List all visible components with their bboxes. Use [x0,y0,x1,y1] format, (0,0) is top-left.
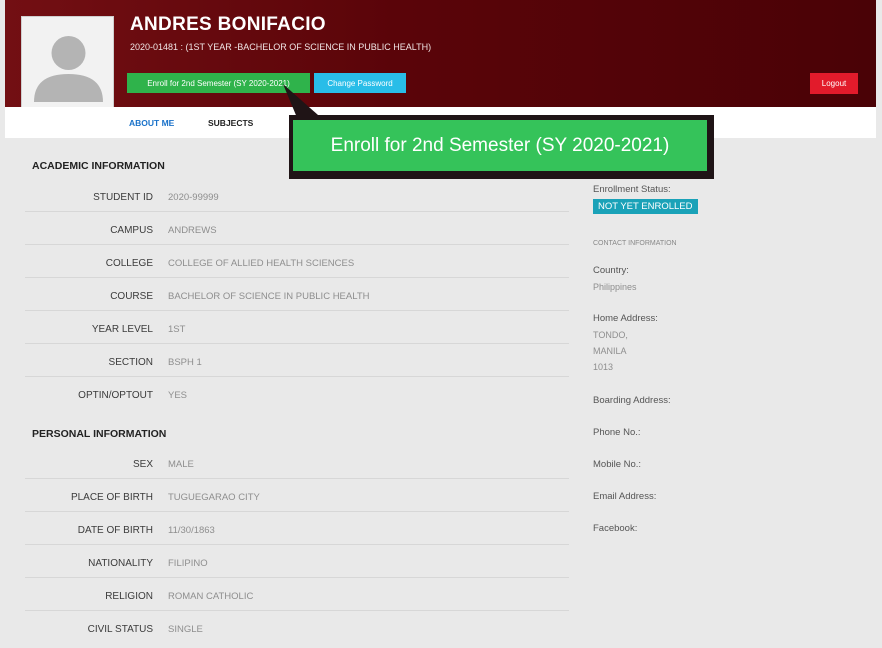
row-value: BACHELOR OF SCIENCE IN PUBLIC HEALTH [168,291,370,302]
row-label: NATIONALITY [88,558,153,569]
row-label: STUDENT ID [93,192,153,203]
info-row: COLLEGE COLLEGE OF ALLIED HEALTH SCIENCE… [25,245,569,278]
academic-section-title: ACADEMIC INFORMATION [32,160,165,172]
change-password-button[interactable]: Change Password [314,73,406,93]
tab-subjects[interactable]: SUBJECTS [208,118,253,128]
info-row: RELIGION ROMAN CATHOLIC [25,578,569,611]
home-address-line: MANILA [593,346,627,356]
row-value: ANDREWS [168,225,217,236]
info-row: COURSE BACHELOR OF SCIENCE IN PUBLIC HEA… [25,278,569,311]
callout-enroll-text: Enroll for 2nd Semester (SY 2020-2021) [293,120,707,171]
personal-section-title: PERSONAL INFORMATION [32,428,167,440]
logout-button[interactable]: Logout [810,73,858,94]
home-address-label: Home Address: [593,313,658,324]
info-row: STUDENT ID 2020-99999 [25,179,569,212]
row-label: COURSE [110,291,153,302]
info-row: SEX MALE [25,446,569,479]
info-row: PLACE OF BIRTH TUGUEGARAO CITY [25,479,569,512]
row-value: 11/30/1863 [168,525,215,536]
info-row: SECTION BSPH 1 [25,344,569,377]
student-name: ANDRES BONIFACIO [130,14,326,35]
boarding-address-label: Boarding Address: [593,395,671,406]
phone-label: Phone No.: [593,427,641,438]
mobile-label: Mobile No.: [593,459,642,470]
row-label: YEAR LEVEL [91,324,153,335]
info-row: NATIONALITY FILIPINO [25,545,569,578]
student-subtitle: 2020-01481 : (1ST YEAR -BACHELOR OF SCIE… [130,42,432,52]
email-label: Email Address: [593,491,657,502]
row-label: OPTIN/OPTOUT [78,390,153,401]
info-row: DATE OF BIRTH 11/30/1863 [25,512,569,545]
row-label: CAMPUS [110,225,153,236]
row-value: FILIPINO [168,558,208,569]
info-row: CIVIL STATUS SINGLE [25,611,569,644]
row-value: YES [168,390,188,401]
row-value: TUGUEGARAO CITY [168,492,260,503]
row-label: COLLEGE [105,258,153,269]
facebook-label: Facebook: [593,523,638,534]
row-value: BSPH 1 [168,357,202,368]
user-placeholder-icon [34,36,103,102]
row-label: SECTION [108,357,153,368]
home-address-line: 1013 [593,362,614,372]
row-value: SINGLE [168,624,203,635]
row-value: 2020-99999 [168,192,219,203]
avatar [21,16,114,109]
tab-about-me[interactable]: ABOUT ME [129,118,174,128]
row-label: RELIGION [105,591,153,602]
row-value: MALE [168,459,194,470]
row-value: 1ST [168,324,186,335]
home-address-line: TONDO, [593,330,628,340]
row-label: CIVIL STATUS [87,624,153,635]
enrollment-status-label: Enrollment Status: [593,184,671,195]
row-value: ROMAN CATHOLIC [168,591,254,602]
contact-info-heading: CONTACT INFORMATION [593,240,677,247]
row-label: PLACE OF BIRTH [70,492,153,503]
row-value: COLLEGE OF ALLIED HEALTH SCIENCES [168,258,355,269]
row-label: SEX [132,459,153,470]
country-value: Philippines [593,282,637,292]
status-badge: NOT YET ENROLLED [593,199,698,214]
info-row: OPTIN/OPTOUT YES [25,377,569,410]
info-row: CAMPUS ANDREWS [25,212,569,245]
row-label: DATE OF BIRTH [77,525,153,536]
country-label: Country: [593,265,629,276]
info-row: YEAR LEVEL 1ST [25,311,569,344]
